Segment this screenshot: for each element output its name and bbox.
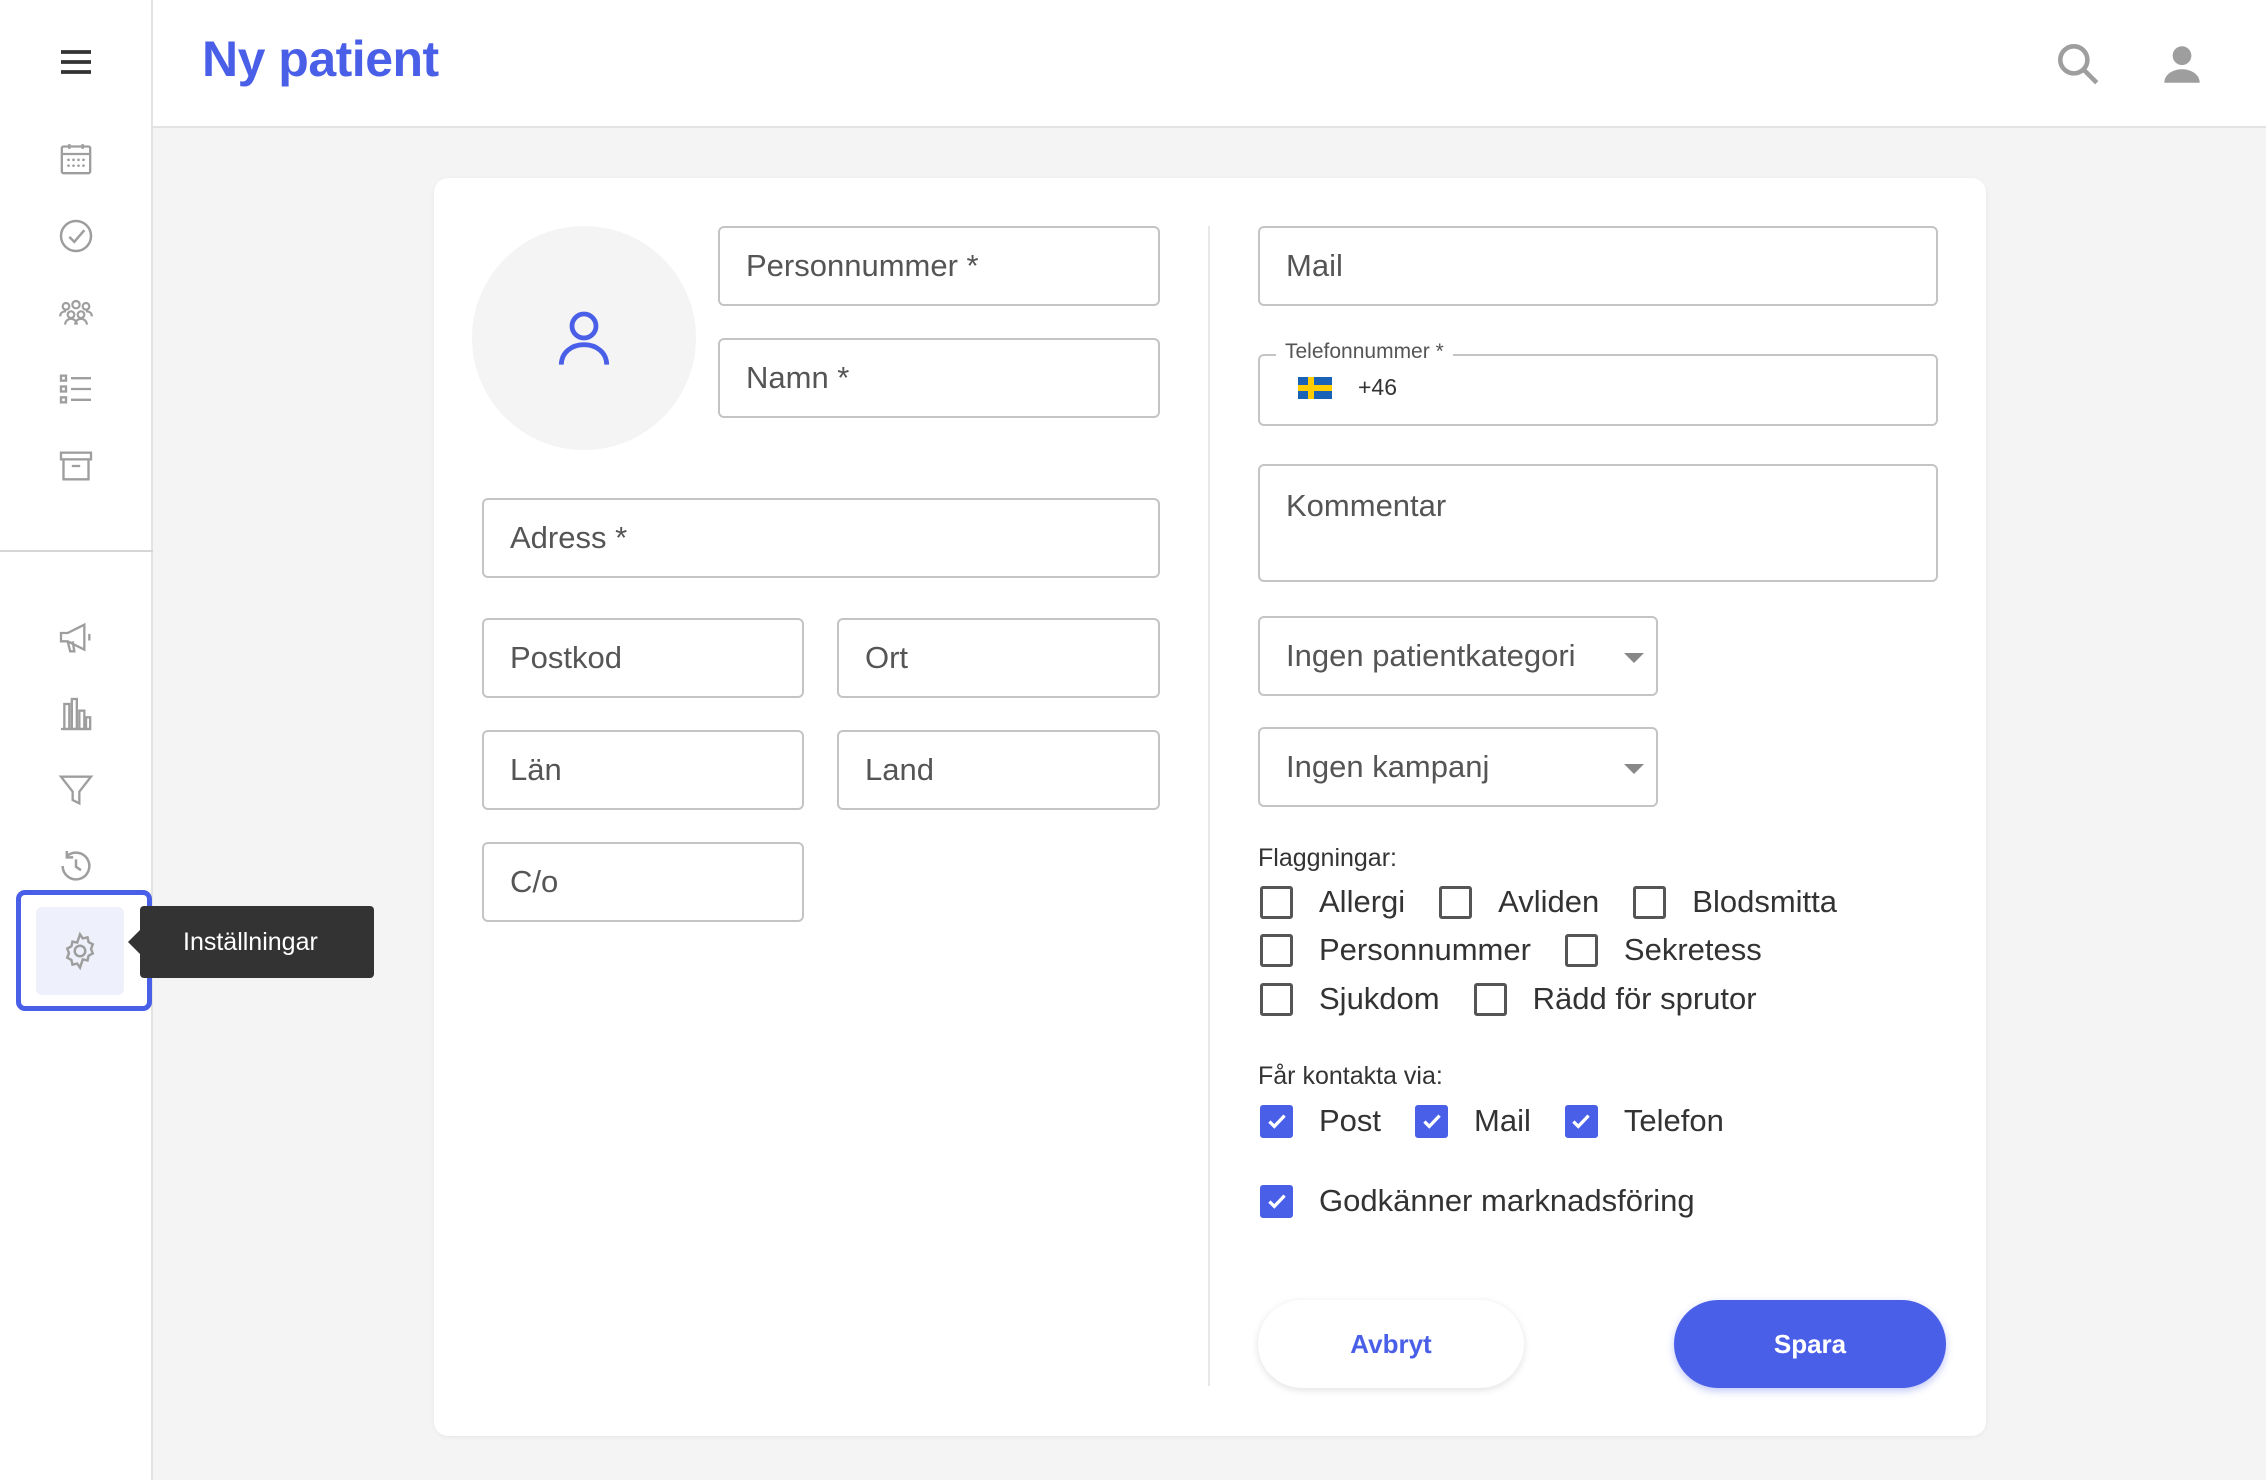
flags-row-3: Sjukdom Rädd för sprutor: [1260, 981, 1791, 1017]
patient-category-value: Ingen patientkategori: [1286, 638, 1576, 673]
comment-placeholder: Kommentar: [1286, 488, 1447, 523]
checkbox-box[interactable]: [1260, 1104, 1293, 1138]
sidebar-divider: [0, 550, 153, 552]
flag-avliden-checkbox[interactable]: Avliden: [1439, 884, 1599, 920]
comment-field[interactable]: Kommentar: [1258, 464, 1938, 582]
name-placeholder: Namn *: [746, 360, 850, 395]
city-placeholder: Ort: [865, 640, 909, 675]
filter-icon[interactable]: [50, 764, 102, 816]
county-placeholder: Län: [510, 752, 562, 787]
sidebar: [0, 0, 153, 1480]
contact-mail-checkbox[interactable]: Mail: [1415, 1103, 1531, 1139]
email-placeholder: Mail: [1286, 248, 1343, 283]
checkbox-box[interactable]: [1415, 1104, 1449, 1138]
county-field[interactable]: Län: [482, 730, 804, 810]
page-title: Ny patient: [202, 31, 439, 87]
top-bar: Ny patient: [153, 0, 2266, 128]
checkbox-box[interactable]: [1473, 982, 1507, 1016]
flags-row-1: Allergi Avliden Blodsmitta: [1260, 884, 1871, 920]
contact-option-label: Mail: [1474, 1103, 1531, 1138]
country-field[interactable]: Land: [837, 730, 1160, 810]
phone-label: Telefonnummer *: [1276, 340, 1453, 364]
name-field[interactable]: Namn *: [718, 338, 1160, 418]
marketing-row: Godkänner marknadsföring: [1260, 1183, 1729, 1219]
person-icon: [558, 311, 610, 365]
cancel-button[interactable]: Avbryt: [1258, 1300, 1524, 1388]
megaphone-icon[interactable]: [50, 612, 102, 664]
address-field[interactable]: Adress *: [482, 498, 1160, 578]
new-patient-form: Personnummer * Namn * Adress * Postkod O…: [434, 178, 1986, 1436]
flags-row-2: Personnummer Sekretess: [1260, 932, 1796, 968]
check-circle-icon[interactable]: [50, 210, 102, 262]
flags-label: Flaggningar:: [1258, 844, 1397, 872]
search-icon[interactable]: [2050, 36, 2106, 92]
checkbox-box[interactable]: [1633, 885, 1667, 919]
contact-telefon-checkbox[interactable]: Telefon: [1564, 1103, 1724, 1139]
gear-icon: [65, 931, 95, 971]
contact-label: Får kontakta via:: [1258, 1062, 1443, 1090]
contact-option-label: Telefon: [1623, 1103, 1724, 1138]
flag-blodsmitta-checkbox[interactable]: Blodsmitta: [1633, 884, 1837, 920]
contact-option-label: Post: [1319, 1103, 1382, 1138]
group-icon[interactable]: [50, 287, 102, 339]
campaign-value: Ingen kampanj: [1286, 749, 1490, 784]
contact-row: Post Mail Telefon: [1260, 1103, 1758, 1139]
flag-label: Blodsmitta: [1692, 884, 1838, 919]
phone-field[interactable]: Telefonnummer * +46: [1258, 340, 1938, 426]
settings-button[interactable]: [36, 907, 124, 995]
personnummer-field[interactable]: Personnummer *: [718, 226, 1160, 306]
flag-label: Avliden: [1498, 884, 1600, 919]
flag-allergi-checkbox[interactable]: Allergi: [1260, 884, 1405, 920]
checkbox-box[interactable]: [1439, 885, 1473, 919]
bar-chart-icon[interactable]: [50, 688, 102, 740]
save-button[interactable]: Spara: [1674, 1300, 1946, 1388]
email-field[interactable]: Mail: [1258, 226, 1938, 306]
history-icon[interactable]: [50, 840, 102, 892]
phone-prefix: +46: [1358, 374, 1398, 400]
postcode-field[interactable]: Postkod: [482, 618, 804, 698]
flag-sjukdom-checkbox[interactable]: Sjukdom: [1260, 981, 1440, 1017]
checkbox-box[interactable]: [1260, 982, 1293, 1016]
menu-icon[interactable]: [50, 36, 102, 88]
list-icon[interactable]: [50, 363, 102, 415]
checkbox-box[interactable]: [1260, 933, 1293, 967]
patient-category-select[interactable]: Ingen patientkategori: [1258, 616, 1658, 696]
calendar-icon[interactable]: [50, 133, 102, 185]
checkbox-box[interactable]: [1564, 933, 1598, 967]
archive-icon[interactable]: [50, 440, 102, 492]
sweden-flag-icon[interactable]: [1298, 376, 1332, 399]
flag-label: Sjukdom: [1319, 981, 1440, 1016]
country-placeholder: Land: [865, 752, 934, 787]
checkmark-icon: [1422, 1114, 1441, 1129]
checkmark-icon: [1572, 1114, 1591, 1129]
checkmark-icon: [1267, 1194, 1286, 1209]
checkbox-box[interactable]: [1260, 1184, 1293, 1218]
flag-label: Allergi: [1319, 884, 1406, 919]
personnummer-placeholder: Personnummer *: [746, 248, 979, 283]
marketing-consent-checkbox[interactable]: Godkänner marknadsföring: [1260, 1183, 1695, 1219]
checkbox-box[interactable]: [1260, 885, 1293, 919]
user-account-icon[interactable]: [2154, 36, 2210, 92]
postcode-placeholder: Postkod: [510, 640, 623, 675]
care-of-placeholder: C/o: [510, 864, 559, 899]
marketing-consent-label: Godkänner marknadsföring: [1319, 1183, 1695, 1218]
care-of-field[interactable]: C/o: [482, 842, 804, 922]
address-placeholder: Adress *: [510, 520, 628, 555]
checkbox-box[interactable]: [1564, 1104, 1598, 1138]
flag-label: Sekretess: [1623, 932, 1762, 967]
flag-sekretess-checkbox[interactable]: Sekretess: [1564, 932, 1762, 968]
flag-personnummer-checkbox[interactable]: Personnummer: [1260, 932, 1531, 968]
avatar-upload[interactable]: [472, 226, 696, 450]
flag-radd-for-sprutor-checkbox[interactable]: Rädd för sprutor: [1473, 981, 1757, 1017]
flag-label: Personnummer: [1319, 932, 1531, 967]
settings-tooltip: Inställningar: [128, 906, 374, 978]
checkmark-icon: [1267, 1114, 1286, 1129]
column-divider: [1208, 226, 1210, 1386]
contact-post-checkbox[interactable]: Post: [1260, 1103, 1381, 1139]
chevron-down-icon: [1624, 653, 1644, 663]
chevron-down-icon: [1624, 764, 1644, 774]
city-field[interactable]: Ort: [837, 618, 1160, 698]
campaign-select[interactable]: Ingen kampanj: [1258, 727, 1658, 807]
flag-label: Rädd för sprutor: [1532, 981, 1757, 1016]
